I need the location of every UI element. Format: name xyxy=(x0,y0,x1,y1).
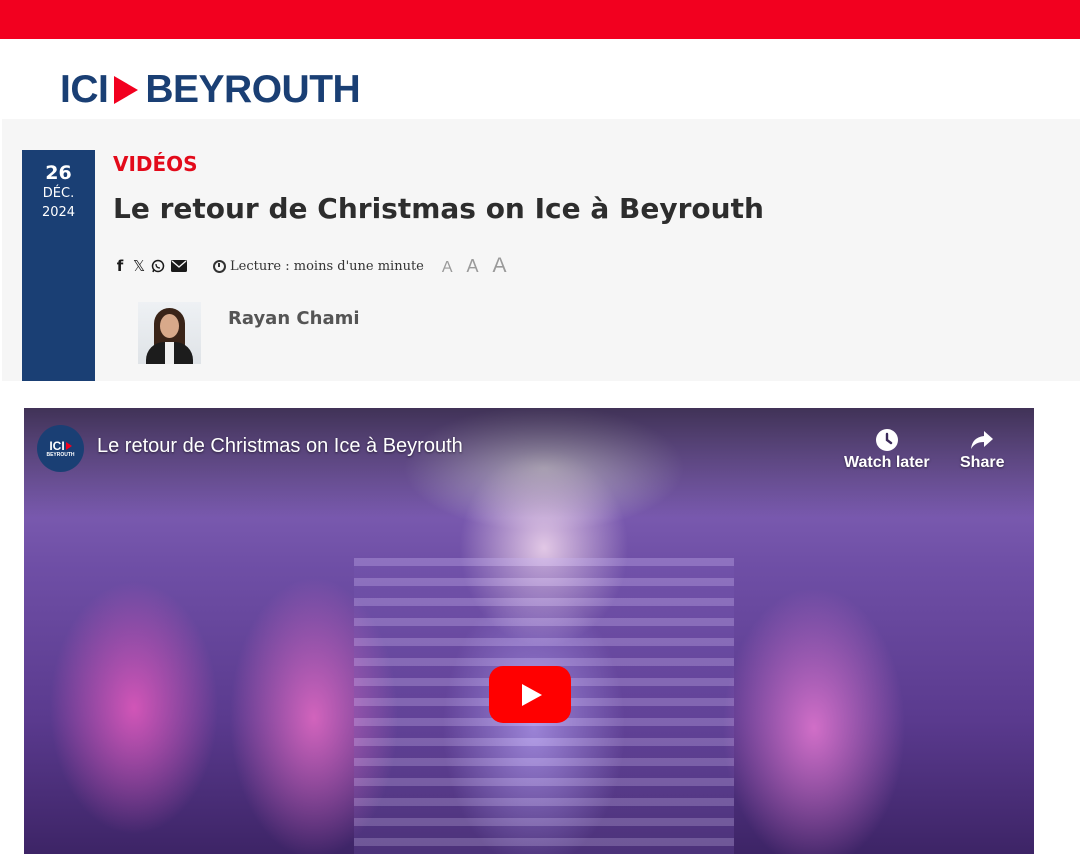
font-size-medium-button[interactable]: A xyxy=(467,256,479,277)
watch-later-button[interactable]: Watch later xyxy=(844,426,930,472)
channel-logo-bottom: BEYROUTH xyxy=(46,451,75,458)
share-label: Share xyxy=(960,454,1005,471)
article-meta: f 𝕏 Lecture : moins d'une minute A A A xyxy=(113,254,521,278)
font-size-large-button[interactable]: A xyxy=(493,254,507,278)
share-arrow-icon xyxy=(969,426,995,454)
logo-text-ici: ICI xyxy=(60,68,109,111)
author-avatar[interactable] xyxy=(138,302,201,364)
article-title: Le retour de Christmas on Ice à Beyrouth xyxy=(113,192,764,225)
reading-time: Lecture : moins d'une minute xyxy=(213,259,424,274)
date-month: DÉC. xyxy=(42,186,75,201)
logo-triangle-icon xyxy=(114,76,139,104)
clock-icon xyxy=(874,426,900,454)
watch-later-label: Watch later xyxy=(844,454,930,471)
author-name[interactable]: Rayan Chami xyxy=(228,308,360,329)
font-size-small-button[interactable]: A xyxy=(442,259,453,277)
channel-logo-triangle-icon xyxy=(65,441,72,450)
date-year: 2024 xyxy=(41,205,76,220)
font-size-controls: A A A xyxy=(442,254,521,278)
play-icon xyxy=(522,683,542,706)
x-icon[interactable]: 𝕏 xyxy=(132,257,146,275)
play-button[interactable] xyxy=(489,666,571,723)
reading-time-text: Lecture : moins d'une minute xyxy=(230,258,424,274)
share-button[interactable]: Share xyxy=(960,426,1004,472)
video-player[interactable]: ICI BEYROUTH Le retour de Christmas on I… xyxy=(24,408,1034,854)
logo-text-beyrouth: BEYROUTH xyxy=(145,68,361,111)
facebook-icon[interactable]: f xyxy=(113,257,127,275)
date-day: 26 xyxy=(45,162,72,184)
whatsapp-icon[interactable] xyxy=(151,257,165,275)
date-box: 26 DÉC. 2024 xyxy=(22,150,95,381)
article-category[interactable]: VIDÉOS xyxy=(113,152,198,176)
site-logo[interactable]: ICI BEYROUTH xyxy=(60,68,361,112)
channel-logo-top: ICI xyxy=(49,438,65,453)
clock-icon xyxy=(213,259,226,273)
email-icon[interactable] xyxy=(170,257,188,275)
video-title[interactable]: Le retour de Christmas on Ice à Beyrouth xyxy=(97,435,463,458)
top-red-bar xyxy=(0,0,1080,39)
channel-avatar[interactable]: ICI BEYROUTH xyxy=(37,425,84,472)
